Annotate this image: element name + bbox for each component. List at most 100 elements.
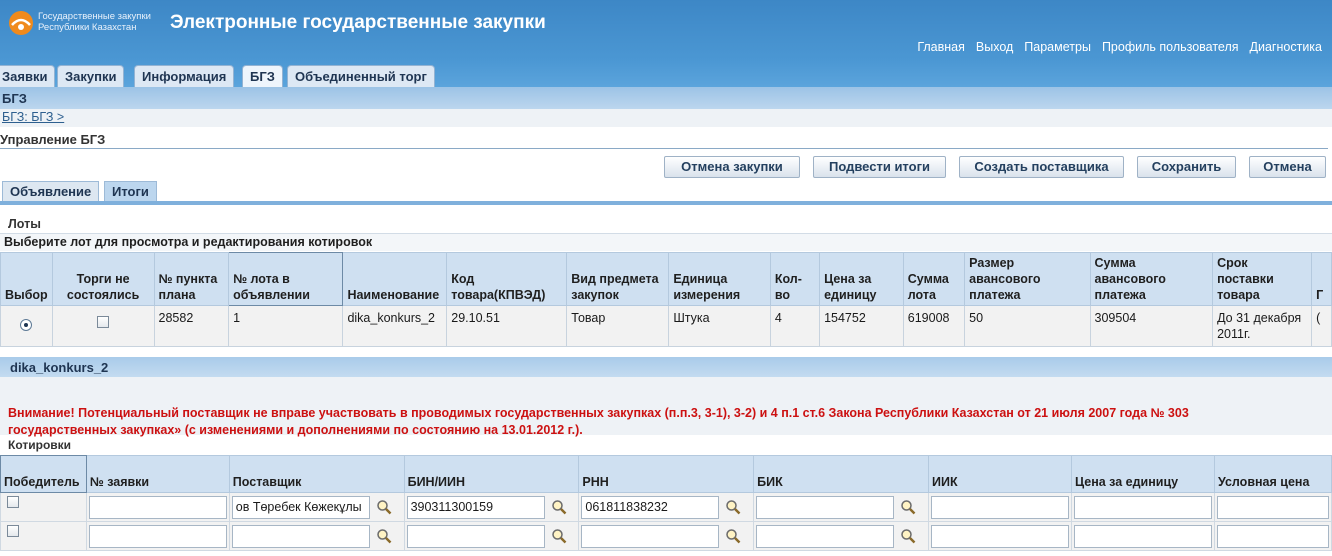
page-title: Управление БГЗ <box>0 132 106 147</box>
main-tab-bar: Заявки Закупки Информация БГЗ Объединенн… <box>0 60 1332 87</box>
bin-input[interactable]: 390311300159 <box>406 495 545 519</box>
unit-price-input[interactable] <box>1073 524 1212 548</box>
lot-advance-sum: 309504 <box>1089 305 1214 347</box>
search-icon[interactable] <box>725 499 741 515</box>
nav-diagnostics-link[interactable]: Диагностика <box>1250 40 1322 54</box>
summarize-button[interactable]: Подвести итоги <box>813 156 946 178</box>
section-band-title: БГЗ <box>2 91 27 106</box>
subtab-results[interactable]: Итоги <box>104 181 157 202</box>
lot-type: Товар <box>566 305 670 347</box>
quotes-label: Котировки <box>8 438 72 452</box>
bik-input[interactable] <box>756 524 895 548</box>
lot-extra: ( <box>1311 305 1332 347</box>
logo-icon <box>9 11 33 35</box>
col-delivery: Срок поставки товара <box>1212 252 1313 306</box>
winner-checkbox[interactable] <box>7 525 19 537</box>
col-advance-sum: Сумма авансового платежа <box>1089 252 1214 306</box>
search-icon[interactable] <box>900 499 916 515</box>
col-select: Выбор <box>0 252 53 306</box>
lots-header-row: Выбор Торги не состоялись № пункта плана… <box>0 252 1332 306</box>
lot-detail-title: dika_konkurs_2 <box>10 360 109 375</box>
search-icon[interactable] <box>900 528 916 544</box>
search-icon[interactable] <box>725 528 741 544</box>
tab-applications[interactable]: Заявки <box>0 65 56 87</box>
bik-cell <box>753 521 929 551</box>
lot-no: 1 <box>228 305 344 347</box>
nav-logout-link[interactable]: Выход <box>976 40 1013 54</box>
lot-select-radio[interactable] <box>20 319 33 331</box>
rnn-input[interactable]: 061811838232 <box>581 495 720 519</box>
cond-price-cell <box>1213 492 1332 522</box>
subtab-underline <box>0 201 1332 205</box>
app-no-input[interactable] <box>88 524 227 548</box>
tab-bgz[interactable]: БГЗ <box>242 65 283 87</box>
col-advance-size: Размер авансового платежа <box>964 252 1091 306</box>
app-no-input[interactable] <box>88 495 227 519</box>
iik-input[interactable] <box>930 524 1069 548</box>
col-price: Цена за единицу <box>819 252 904 306</box>
cancel-button[interactable]: Отмена <box>1249 156 1326 178</box>
logo-text: Государственные закупки Республики Казах… <box>38 11 151 33</box>
col-iik: ИИК <box>927 455 1072 493</box>
cond-price-input[interactable] <box>1216 524 1329 548</box>
lot-name: dika_konkurs_2 <box>342 305 448 347</box>
tab-purchases[interactable]: Закупки <box>57 65 125 87</box>
nav-preferences-link[interactable]: Параметры <box>1024 40 1091 54</box>
lot-failed-cell <box>51 305 155 347</box>
col-bin: БИН/ИИН <box>403 455 580 493</box>
rnn-cell: 061811838232 <box>578 492 755 522</box>
rnn-cell <box>578 521 755 551</box>
nav-profile-link[interactable]: Профиль пользователя <box>1102 40 1239 54</box>
bik-cell <box>753 492 929 522</box>
col-failed: Торги не состоялись <box>51 252 155 306</box>
save-button[interactable]: Сохранить <box>1137 156 1236 178</box>
lots-table: Выбор Торги не состоялись № пункта плана… <box>0 252 1332 347</box>
unit-price-cell <box>1070 492 1215 522</box>
unit-price-cell <box>1070 521 1215 551</box>
cancel-purchase-button[interactable]: Отмена закупки <box>664 156 800 178</box>
lot-failed-checkbox[interactable] <box>97 316 110 328</box>
search-icon[interactable] <box>551 528 567 544</box>
col-unit: Единица измерения <box>668 252 771 306</box>
col-winner: Победитель <box>0 455 87 493</box>
rnn-input[interactable] <box>581 524 720 548</box>
bin-input[interactable] <box>406 524 545 548</box>
warning-message: Внимание! Потенциальный поставщик не впр… <box>8 405 1332 439</box>
col-name: Наименование <box>342 252 448 306</box>
col-rnn: РНН <box>578 455 755 493</box>
table-row: 28582 1 dika_konkurs_2 29.10.51 Товар Шт… <box>0 305 1332 347</box>
tab-information[interactable]: Информация <box>134 65 235 87</box>
iik-input[interactable] <box>930 495 1069 519</box>
search-icon[interactable] <box>551 499 567 515</box>
search-icon[interactable] <box>376 528 392 544</box>
supplier-cell: ов Төребек Көжекұлы <box>228 492 405 522</box>
subtab-announcement[interactable]: Объявление <box>2 181 100 202</box>
col-plan-no: № пункта плана <box>153 252 230 306</box>
winner-checkbox[interactable] <box>7 496 19 508</box>
col-code: Код товара(КПВЭД) <box>446 252 568 306</box>
nav-home-link[interactable]: Главная <box>917 40 965 54</box>
col-sum: Сумма лота <box>902 252 966 306</box>
lot-code: 29.10.51 <box>446 305 568 347</box>
tab-joint-auction[interactable]: Объединенный торг <box>287 65 435 87</box>
supplier-input[interactable]: ов Төребек Көжекұлы <box>231 495 370 519</box>
winner-cell <box>0 521 87 551</box>
table-row: ов Төребек Көжекұлы 390311300159 0618118… <box>0 492 1332 522</box>
col-extra: Г <box>1311 252 1332 306</box>
section-band <box>0 87 1332 109</box>
supplier-input[interactable] <box>231 524 370 548</box>
unit-price-input[interactable] <box>1073 495 1212 519</box>
title-divider <box>0 148 1328 149</box>
bik-input[interactable] <box>756 495 895 519</box>
quotes-header-row: Победитель № заявки Поставщик БИН/ИИН РН… <box>0 455 1332 493</box>
create-supplier-button[interactable]: Создать поставщика <box>959 156 1124 178</box>
cond-price-input[interactable] <box>1216 495 1329 519</box>
breadcrumb[interactable]: БГЗ: БГЗ > <box>2 110 64 124</box>
lots-hint: Выберите лот для просмотра и редактирова… <box>4 235 373 249</box>
search-icon[interactable] <box>376 499 392 515</box>
app-no-cell <box>85 492 230 522</box>
iik-cell <box>927 492 1072 522</box>
logo-line-2: Республики Казахстан <box>38 22 137 33</box>
logo-line-1: Государственные закупки <box>38 11 151 22</box>
cond-price-cell <box>1213 521 1332 551</box>
